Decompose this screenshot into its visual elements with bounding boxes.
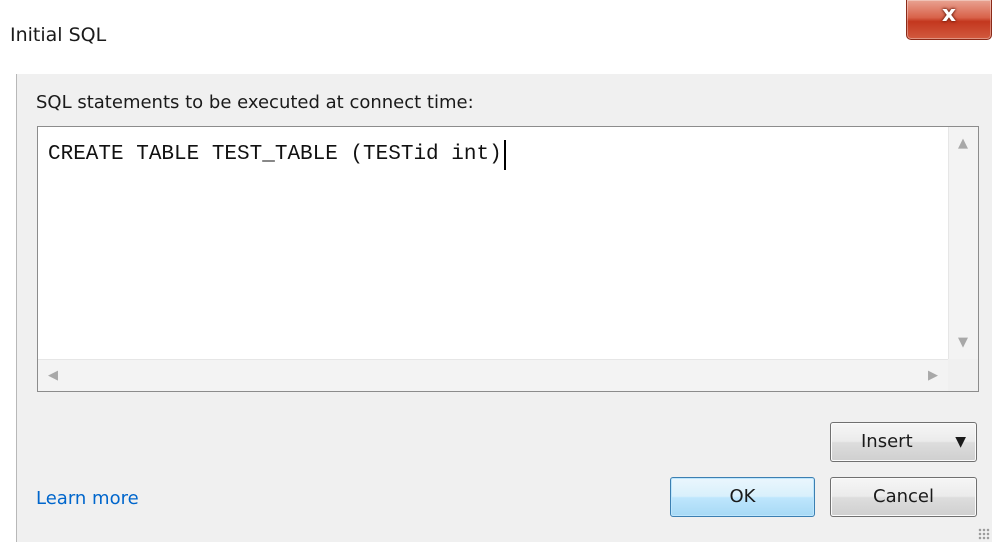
cancel-button[interactable]: Cancel: [830, 477, 977, 517]
initial-sql-dialog: Initial SQL x SQL statements to be execu…: [0, 0, 992, 542]
dialog-body: SQL statements to be executed at connect…: [16, 74, 992, 542]
scroll-right-icon[interactable]: ▶: [928, 369, 938, 382]
vertical-scrollbar[interactable]: ▲ ▼: [948, 127, 978, 359]
close-button[interactable]: x: [906, 0, 992, 40]
sql-text[interactable]: CREATE TABLE TEST_TABLE (TESTid int): [48, 140, 506, 170]
close-icon: x: [941, 2, 957, 27]
ok-button[interactable]: OK: [670, 477, 815, 517]
horizontal-scrollbar[interactable]: ◀ ▶: [38, 359, 948, 391]
insert-label: Insert: [861, 431, 913, 452]
resize-grip-icon[interactable]: [978, 528, 990, 540]
learn-more-link[interactable]: Learn more: [36, 488, 139, 509]
chevron-down-icon: ▼: [955, 434, 966, 450]
scrollbar-corner: [948, 359, 978, 391]
insert-dropdown-button[interactable]: Insert ▼: [830, 422, 977, 462]
sql-editor[interactable]: CREATE TABLE TEST_TABLE (TESTid int) ▲ ▼…: [37, 126, 979, 392]
scroll-up-icon[interactable]: ▲: [958, 137, 968, 150]
sql-prompt-label: SQL statements to be executed at connect…: [36, 92, 474, 113]
scroll-left-icon[interactable]: ◀: [48, 369, 58, 382]
window-title: Initial SQL: [10, 24, 107, 46]
title-bar: Initial SQL x: [0, 0, 992, 74]
scroll-down-icon[interactable]: ▼: [958, 336, 968, 349]
